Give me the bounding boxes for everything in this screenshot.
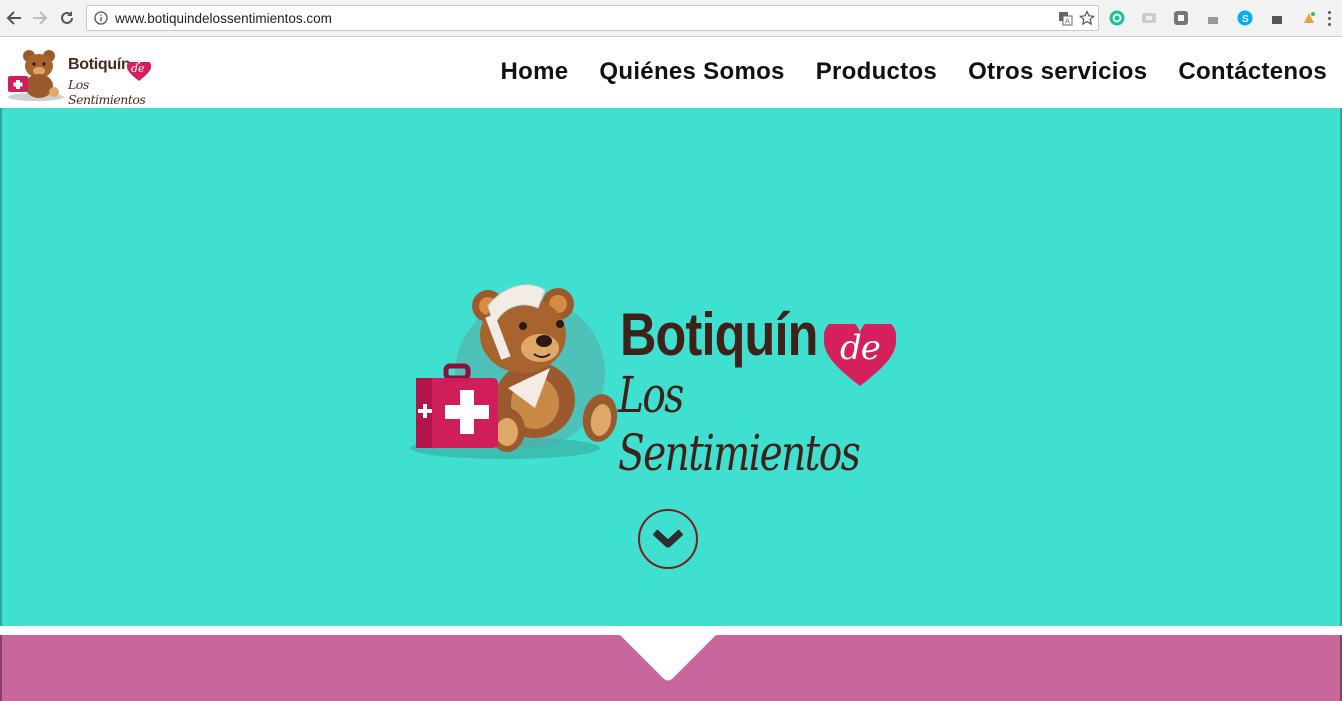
logo-de: de xyxy=(131,62,145,75)
back-arrow-icon[interactable] xyxy=(2,6,26,30)
hero-logo: Botiquín de Los Sentimientos xyxy=(410,278,940,482)
hero-section: Botiquín de Los Sentimientos xyxy=(0,108,1342,626)
menu-icon[interactable] xyxy=(1324,9,1334,27)
grammarly-icon[interactable] xyxy=(1108,9,1126,27)
reload-icon[interactable] xyxy=(55,6,79,30)
section-divider xyxy=(0,626,1342,635)
scroll-down-button[interactable] xyxy=(638,509,698,569)
chevron-down-icon xyxy=(652,529,684,548)
logo-subtitle: Los Sentimientos xyxy=(68,77,146,107)
address-bar[interactable]: www.botiquindelossentimientos.com A xyxy=(86,5,1099,31)
section-notch xyxy=(620,635,716,681)
site-header: Botiquín de Los Sentimientos Home Quiéne… xyxy=(0,37,1342,108)
main-nav: Home Quiénes Somos Productos Otros servi… xyxy=(501,58,1327,86)
cast-icon[interactable] xyxy=(1140,9,1158,27)
url-text: www.botiquindelossentimientos.com xyxy=(115,10,332,26)
extension-icon[interactable] xyxy=(1204,9,1222,27)
puzzle-icon[interactable] xyxy=(1300,9,1318,27)
logo-title: Botiquín xyxy=(68,56,131,73)
browser-toolbar: www.botiquindelossentimientos.com A S xyxy=(0,0,1342,37)
hero-brand-subtitle: Los Sentimientos xyxy=(618,366,861,482)
teddy-bear-icon xyxy=(8,50,64,101)
hero-brand-title: Botiquín xyxy=(620,301,818,368)
nav-productos[interactable]: Productos xyxy=(816,58,937,86)
info-icon[interactable] xyxy=(87,11,115,25)
nav-contactenos[interactable]: Contáctenos xyxy=(1178,58,1327,86)
extension-icon[interactable] xyxy=(1268,9,1286,27)
nav-home[interactable]: Home xyxy=(501,58,569,86)
site-logo[interactable]: Botiquín de Los Sentimientos xyxy=(6,46,166,107)
hero-brand-de: de xyxy=(840,328,881,368)
forward-arrow-icon[interactable] xyxy=(28,6,52,30)
bookmark-star-icon[interactable] xyxy=(1076,10,1098,26)
svg-text:A: A xyxy=(1065,18,1070,25)
nav-otros-servicios[interactable]: Otros servicios xyxy=(968,58,1147,86)
svg-text:S: S xyxy=(1242,14,1249,25)
teddy-bear-first-aid-icon xyxy=(410,284,618,459)
nav-quienes-somos[interactable]: Quiénes Somos xyxy=(599,58,784,86)
skype-icon[interactable]: S xyxy=(1236,9,1254,27)
translate-icon[interactable]: A xyxy=(1054,11,1076,26)
pocket-icon[interactable] xyxy=(1172,9,1190,27)
